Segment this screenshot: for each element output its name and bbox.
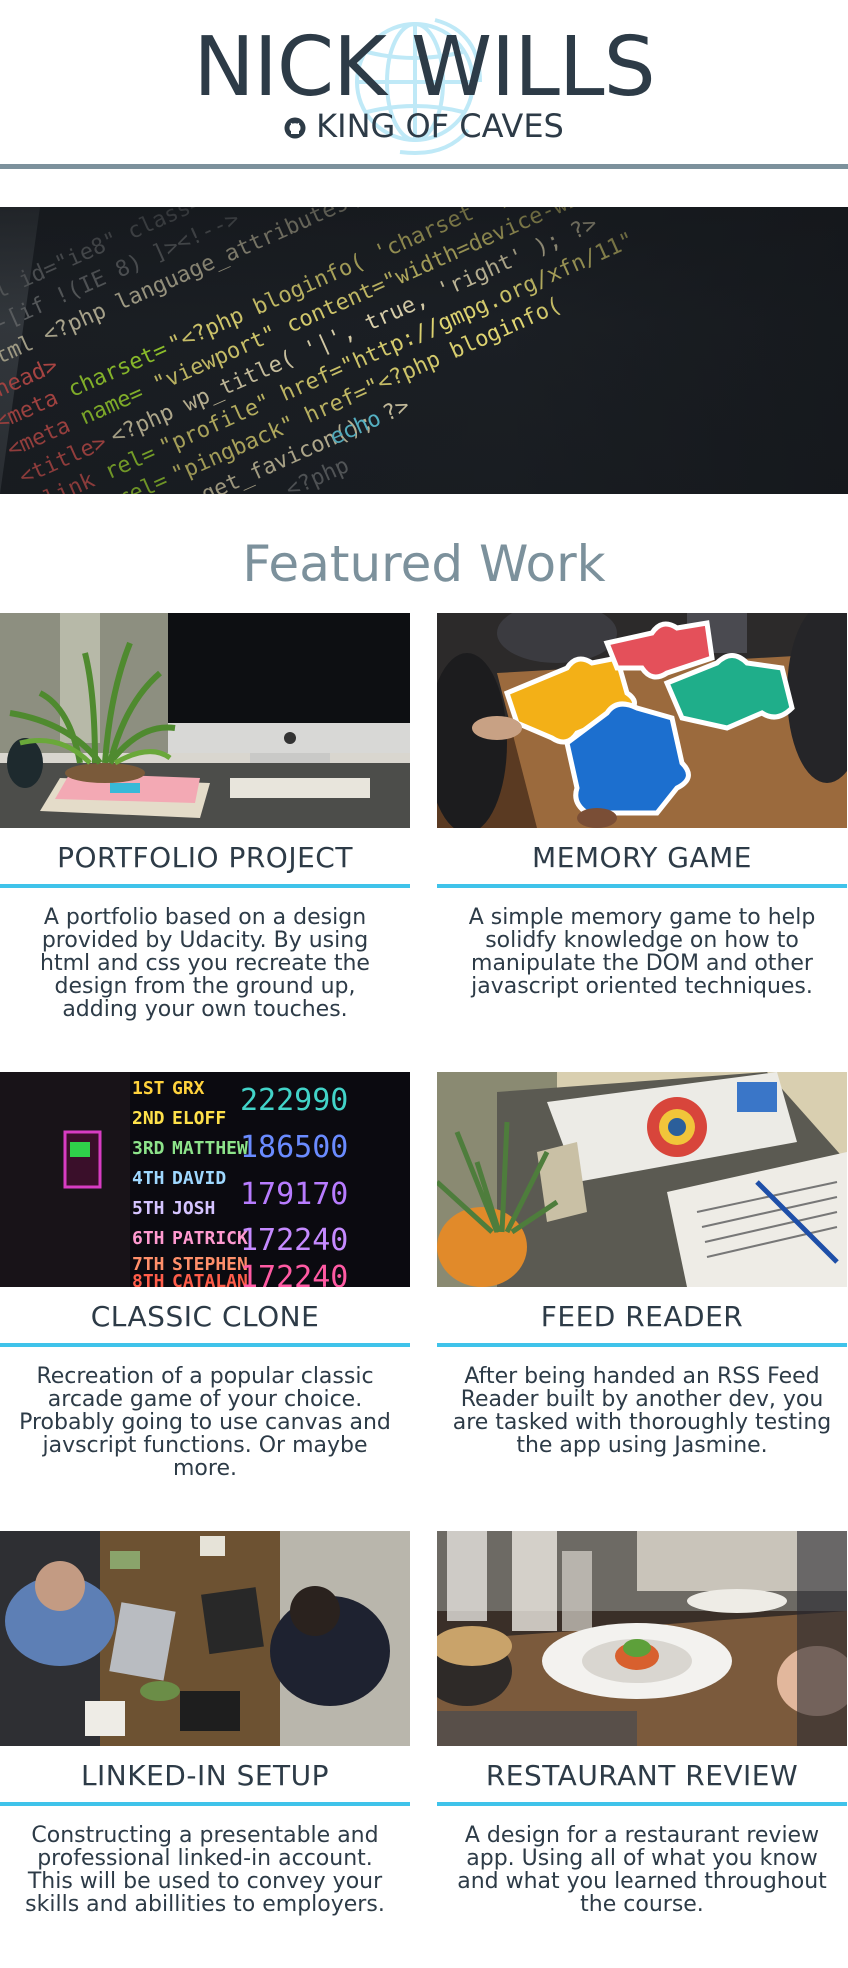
svg-text:179170: 179170 xyxy=(240,1177,348,1212)
project-title[interactable]: PORTFOLIO PROJECT xyxy=(0,828,410,880)
project-title[interactable]: MEMORY GAME xyxy=(437,828,847,880)
svg-text:DAVID: DAVID xyxy=(172,1168,226,1189)
svg-text:MATTHEW: MATTHEW xyxy=(172,1138,248,1159)
project-card-memory-game[interactable]: MEMORY GAME A simple memory game to help… xyxy=(437,613,847,998)
header-divider xyxy=(0,164,848,169)
accent-divider xyxy=(437,1343,847,1347)
svg-text:3RD: 3RD xyxy=(132,1138,165,1159)
meeting-laptops-photo[interactable] xyxy=(0,1531,410,1746)
project-card-portfolio[interactable]: PORTFOLIO PROJECT A portfolio based on a… xyxy=(0,613,410,1021)
project-description: Constructing a presentable and professio… xyxy=(25,1823,385,1917)
project-card-classic-clone[interactable]: 1ST GRX 2ND ELOFF 3RD MATTHEW 4TH DAVID 5TH J… xyxy=(0,1072,410,1480)
accent-divider xyxy=(0,1802,410,1806)
accent-divider xyxy=(437,884,847,888)
project-description: After being handed an RSS Feed Reader bu… xyxy=(452,1364,832,1458)
tagline-text: KING OF CAVES xyxy=(316,107,564,145)
site-header: NICK WILLS KING OF CAVES xyxy=(0,0,848,169)
svg-text:ELOFF: ELOFF xyxy=(172,1108,226,1129)
svg-text:8TH: 8TH xyxy=(132,1271,165,1287)
featured-work-heading: Featured Work xyxy=(242,535,606,593)
svg-text:172240: 172240 xyxy=(240,1223,348,1258)
svg-text:GRX: GRX xyxy=(172,1078,205,1099)
project-description: A design for a restaurant review app. Us… xyxy=(457,1823,827,1917)
github-icon[interactable] xyxy=(284,117,306,139)
svg-text:222990: 222990 xyxy=(240,1083,348,1118)
svg-text:6TH: 6TH xyxy=(132,1228,165,1249)
accent-divider xyxy=(437,1802,847,1806)
project-card-feed-reader[interactable]: FEED READER After being handed an RSS Fe… xyxy=(437,1072,847,1457)
project-card-linkedin-setup[interactable]: LINKED-IN SETUP Constructing a presentab… xyxy=(0,1531,410,1916)
accent-divider xyxy=(0,884,410,888)
svg-text:186500: 186500 xyxy=(240,1130,348,1165)
restaurant-dish-photo[interactable] xyxy=(437,1531,847,1746)
project-title[interactable]: LINKED-IN SETUP xyxy=(0,1746,410,1798)
svg-text:172240: 172240 xyxy=(240,1260,348,1287)
svg-text:5TH: 5TH xyxy=(132,1198,165,1219)
project-description: A portfolio based on a design provided b… xyxy=(40,905,370,1022)
project-title[interactable]: RESTAURANT REVIEW xyxy=(437,1746,847,1798)
arcade-high-score-photo[interactable]: 1ST GRX 2ND ELOFF 3RD MATTHEW 4TH DAVID 5TH J… xyxy=(0,1072,410,1287)
svg-text:JOSH: JOSH xyxy=(172,1198,215,1219)
svg-text:4TH: 4TH xyxy=(132,1168,165,1189)
project-title[interactable]: CLASSIC CLONE xyxy=(0,1287,410,1339)
project-title[interactable]: FEED READER xyxy=(437,1287,847,1339)
desk-computer-plant-photo[interactable] xyxy=(0,613,410,828)
svg-text:2ND: 2ND xyxy=(132,1108,165,1129)
project-description: A simple memory game to help solidfy kno… xyxy=(468,905,816,999)
project-card-restaurant-review[interactable]: RESTAURANT REVIEW A design for a restaur… xyxy=(437,1531,847,1916)
svg-text:1ST: 1ST xyxy=(132,1078,165,1099)
svg-text:PATRICK: PATRICK xyxy=(172,1228,248,1249)
newspapers-plant-photo[interactable] xyxy=(437,1072,847,1287)
hero-code-image: </ fruitful_get_favicon(); ?> <link rel=… xyxy=(0,207,848,494)
site-tagline: KING OF CAVES xyxy=(0,104,848,148)
site-name: NICK WILLS xyxy=(193,20,655,115)
svg-text:CATALAN: CATALAN xyxy=(172,1271,248,1287)
accent-divider xyxy=(0,1343,410,1347)
puzzle-pieces-photo[interactable] xyxy=(437,613,847,828)
project-description: Recreation of a popular classic arcade g… xyxy=(19,1364,391,1481)
